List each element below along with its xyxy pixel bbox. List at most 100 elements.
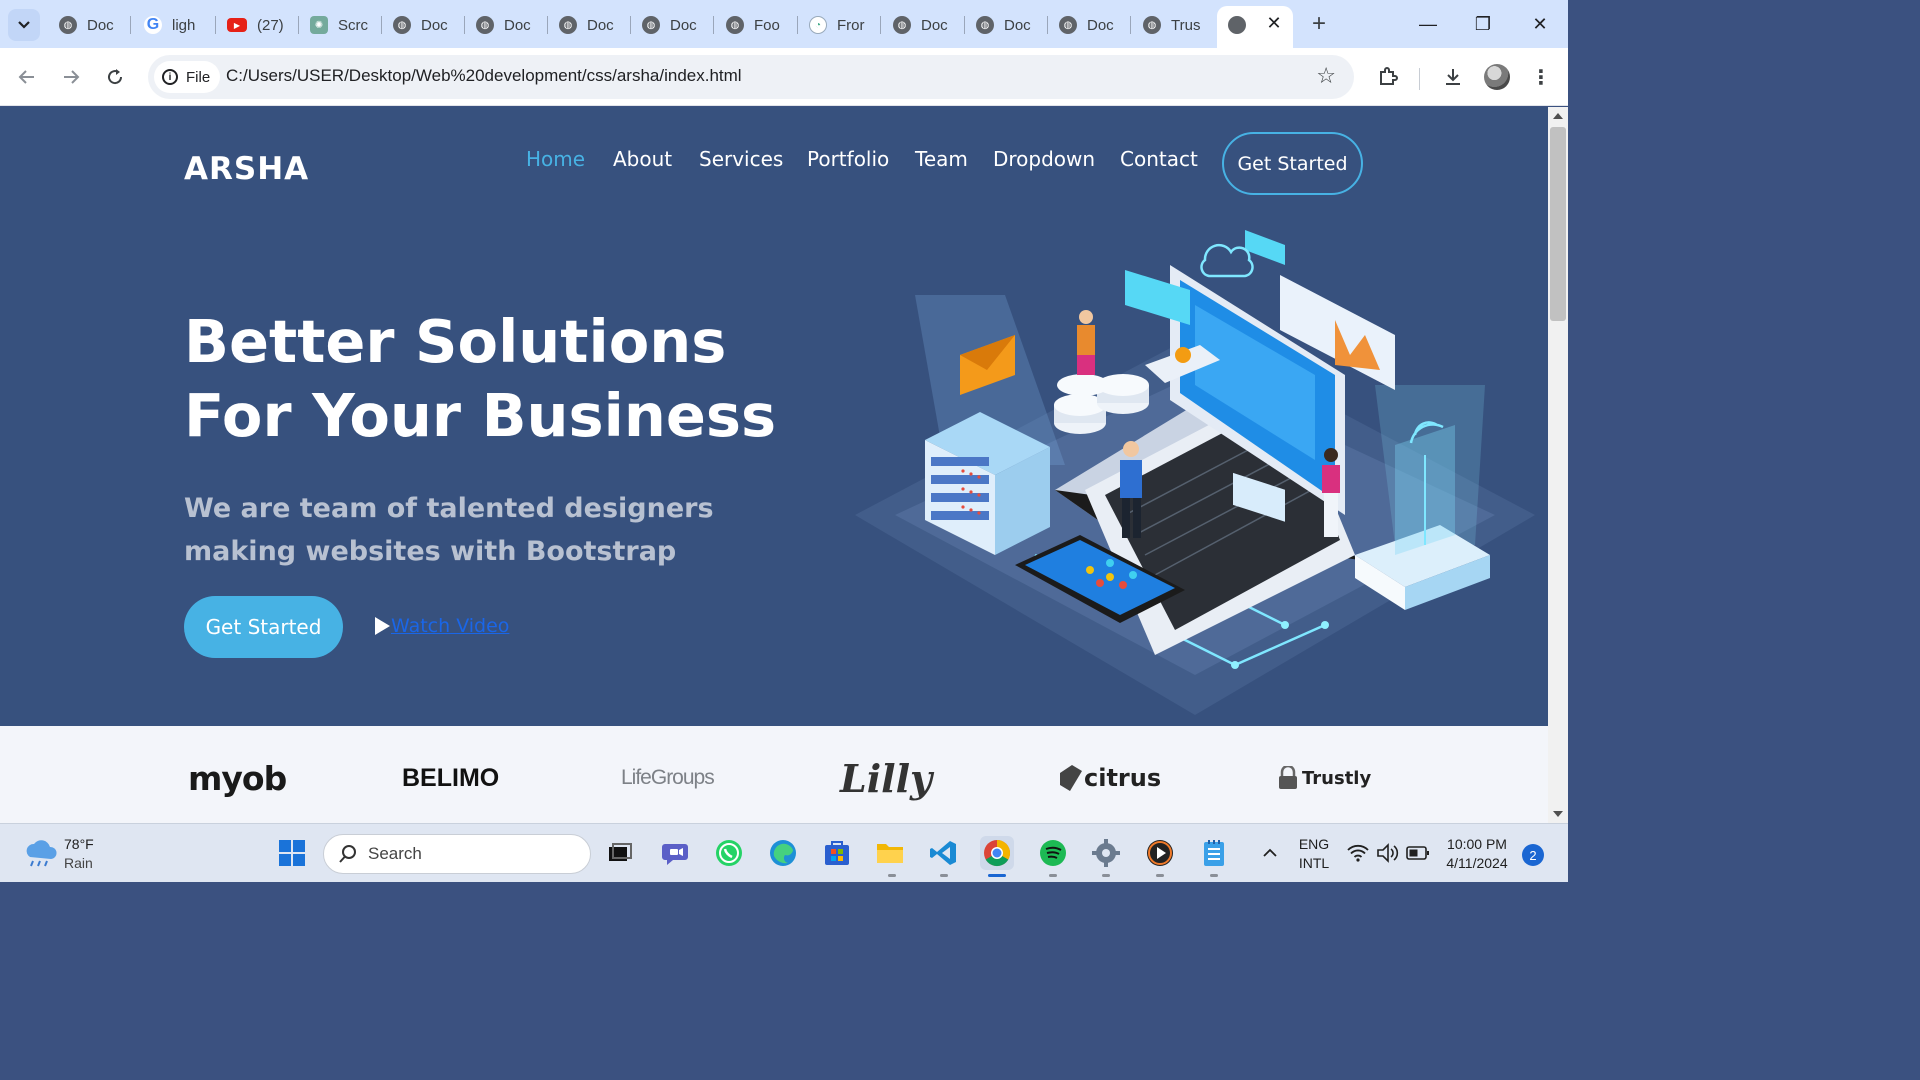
- tab-search-button[interactable]: [8, 9, 40, 41]
- new-tab-button[interactable]: +: [1306, 10, 1332, 38]
- back-icon[interactable]: [10, 60, 44, 94]
- show-hidden-icons-chevron-icon[interactable]: [1255, 836, 1285, 870]
- close-tab-icon[interactable]: ✕: [1263, 12, 1285, 34]
- profile-avatar[interactable]: [1484, 64, 1510, 90]
- settings-gear-icon[interactable]: [1089, 836, 1123, 870]
- globe-icon: ◍: [476, 16, 494, 34]
- tab-strip: ◍ Doc Gligh ▶ (27) ✺ Scrc ◍ Doc ◍ Doc ◍ Doc ◍ D…: [0, 0, 1568, 48]
- globe-icon: ◍: [893, 16, 911, 34]
- address-bar[interactable]: i File C:/Users/USER/Desktop/Web%20devel…: [148, 55, 1354, 99]
- nav-dropdown[interactable]: Dropdown: [993, 147, 1095, 171]
- clients-section: myob BELIMO LifeGroups Lilly citrus Trus…: [0, 726, 1548, 823]
- language-indicator[interactable]: ENG INTL: [1292, 835, 1336, 873]
- nav-get-started-button[interactable]: Get Started: [1222, 132, 1363, 195]
- download-icon[interactable]: [1436, 60, 1470, 94]
- weather-widget[interactable]: 78°F Rain: [22, 835, 94, 873]
- browser-tab[interactable]: ◍ Doc: [976, 10, 1048, 40]
- browser-tab[interactable]: ◍ Doc: [476, 10, 548, 40]
- nav-contact[interactable]: Contact: [1120, 147, 1198, 171]
- browser-tab[interactable]: Gligh: [144, 10, 216, 40]
- citrus-logo-icon: [1060, 765, 1082, 791]
- notification-badge[interactable]: 2: [1522, 844, 1544, 866]
- maximize-icon[interactable]: ❐: [1463, 8, 1503, 40]
- taskbar-search-input[interactable]: Search: [323, 834, 591, 874]
- page-scrollbar[interactable]: [1548, 107, 1568, 823]
- whatsapp-icon[interactable]: [712, 836, 746, 870]
- nav-portfolio[interactable]: Portfolio: [807, 147, 889, 171]
- scroll-thumb[interactable]: [1550, 127, 1566, 321]
- client-logo: Trustly: [1278, 760, 1371, 796]
- weather-temp: 78°F: [64, 836, 94, 852]
- nav-team[interactable]: Team: [915, 147, 968, 171]
- globe-icon: ◍: [726, 16, 744, 34]
- client-logo: citrus: [1060, 760, 1161, 796]
- forward-icon[interactable]: [54, 60, 88, 94]
- globe-icon: ◍: [1059, 16, 1077, 34]
- nav-about[interactable]: About: [613, 147, 672, 171]
- media-player-icon[interactable]: [1143, 836, 1177, 870]
- browser-tab[interactable]: ▶ (27): [227, 10, 299, 40]
- browser-tab[interactable]: ✺ Scrc: [310, 10, 382, 40]
- google-icon: G: [144, 16, 162, 34]
- running-indicator: [940, 874, 948, 877]
- site-logo[interactable]: ARSHA: [184, 151, 309, 187]
- client-logo: LifeGroups: [621, 766, 715, 789]
- minimize-icon[interactable]: —: [1408, 8, 1448, 40]
- browser-tab-active[interactable]: ✕: [1217, 6, 1293, 48]
- watch-video-text[interactable]: Watch Video: [391, 615, 509, 637]
- frontend-icon: ◔: [809, 16, 827, 34]
- client-logo: BELIMO: [402, 763, 500, 792]
- weather-condition: Rain: [64, 855, 93, 871]
- notepad-icon[interactable]: [1197, 836, 1231, 870]
- reload-icon[interactable]: [98, 60, 132, 94]
- vscode-icon[interactable]: [927, 836, 961, 870]
- browser-tab[interactable]: ◍ Doc: [559, 10, 631, 40]
- site-info-chip[interactable]: i File: [154, 61, 221, 93]
- globe-icon: ◍: [559, 16, 577, 34]
- hero-get-started-button[interactable]: Get Started: [184, 596, 343, 658]
- nav-services[interactable]: Services: [699, 147, 783, 171]
- hero-illustration: [855, 230, 1535, 715]
- info-icon: i: [162, 69, 178, 85]
- browser-tab[interactable]: ◍ Doc: [393, 10, 465, 40]
- clock[interactable]: 10:00 PM 4/11/2024: [1436, 835, 1518, 873]
- active-indicator: [988, 874, 1006, 877]
- globe-icon: ◍: [642, 16, 660, 34]
- scroll-down-icon[interactable]: [1553, 811, 1563, 817]
- browser-tab[interactable]: ◍ Doc: [59, 10, 131, 40]
- more-menu-icon[interactable]: ⋮: [1524, 60, 1558, 94]
- hero-headline: Better Solutions For Your Business: [184, 307, 777, 450]
- page-viewport: ARSHA Home About Services Portfolio Team…: [0, 107, 1548, 823]
- running-indicator: [1049, 874, 1057, 877]
- browser-tab[interactable]: ◍ Trus: [1143, 10, 1207, 40]
- client-logo: Lilly: [840, 755, 933, 801]
- url-text[interactable]: C:/Users/USER/Desktop/Web%20development/…: [226, 66, 742, 86]
- running-indicator: [888, 874, 896, 877]
- volume-icon[interactable]: [1375, 836, 1401, 870]
- scroll-up-icon[interactable]: [1553, 113, 1563, 119]
- nav-home[interactable]: Home: [526, 147, 585, 171]
- extensions-icon[interactable]: [1371, 60, 1405, 94]
- edge-browser-icon[interactable]: [766, 836, 800, 870]
- spotify-icon[interactable]: [1036, 836, 1070, 870]
- chrome-icon[interactable]: [980, 836, 1014, 870]
- hero-section: ARSHA Home About Services Portfolio Team…: [0, 107, 1548, 726]
- browser-tab[interactable]: ◍ Doc: [893, 10, 965, 40]
- microsoft-store-icon[interactable]: [820, 836, 854, 870]
- file-explorer-icon[interactable]: [873, 836, 907, 870]
- wifi-icon[interactable]: [1346, 836, 1370, 870]
- globe-icon: ◍: [976, 16, 994, 34]
- browser-tab[interactable]: ◍ Foo: [726, 10, 798, 40]
- browser-tab[interactable]: ◔ Fror: [809, 10, 881, 40]
- client-logo: myob: [188, 758, 287, 798]
- close-window-icon[interactable]: ✕: [1520, 8, 1560, 40]
- browser-tab[interactable]: ◍ Doc: [1059, 10, 1131, 40]
- windows-start-icon[interactable]: [275, 836, 309, 870]
- watch-video-link[interactable]: Watch Video: [375, 615, 509, 637]
- running-indicator: [1156, 874, 1164, 877]
- battery-icon[interactable]: [1405, 836, 1431, 870]
- bookmark-star-icon[interactable]: ☆: [1316, 63, 1336, 89]
- browser-tab[interactable]: ◍ Doc: [642, 10, 714, 40]
- teams-chat-icon[interactable]: [658, 836, 692, 870]
- task-view-icon[interactable]: [603, 836, 637, 870]
